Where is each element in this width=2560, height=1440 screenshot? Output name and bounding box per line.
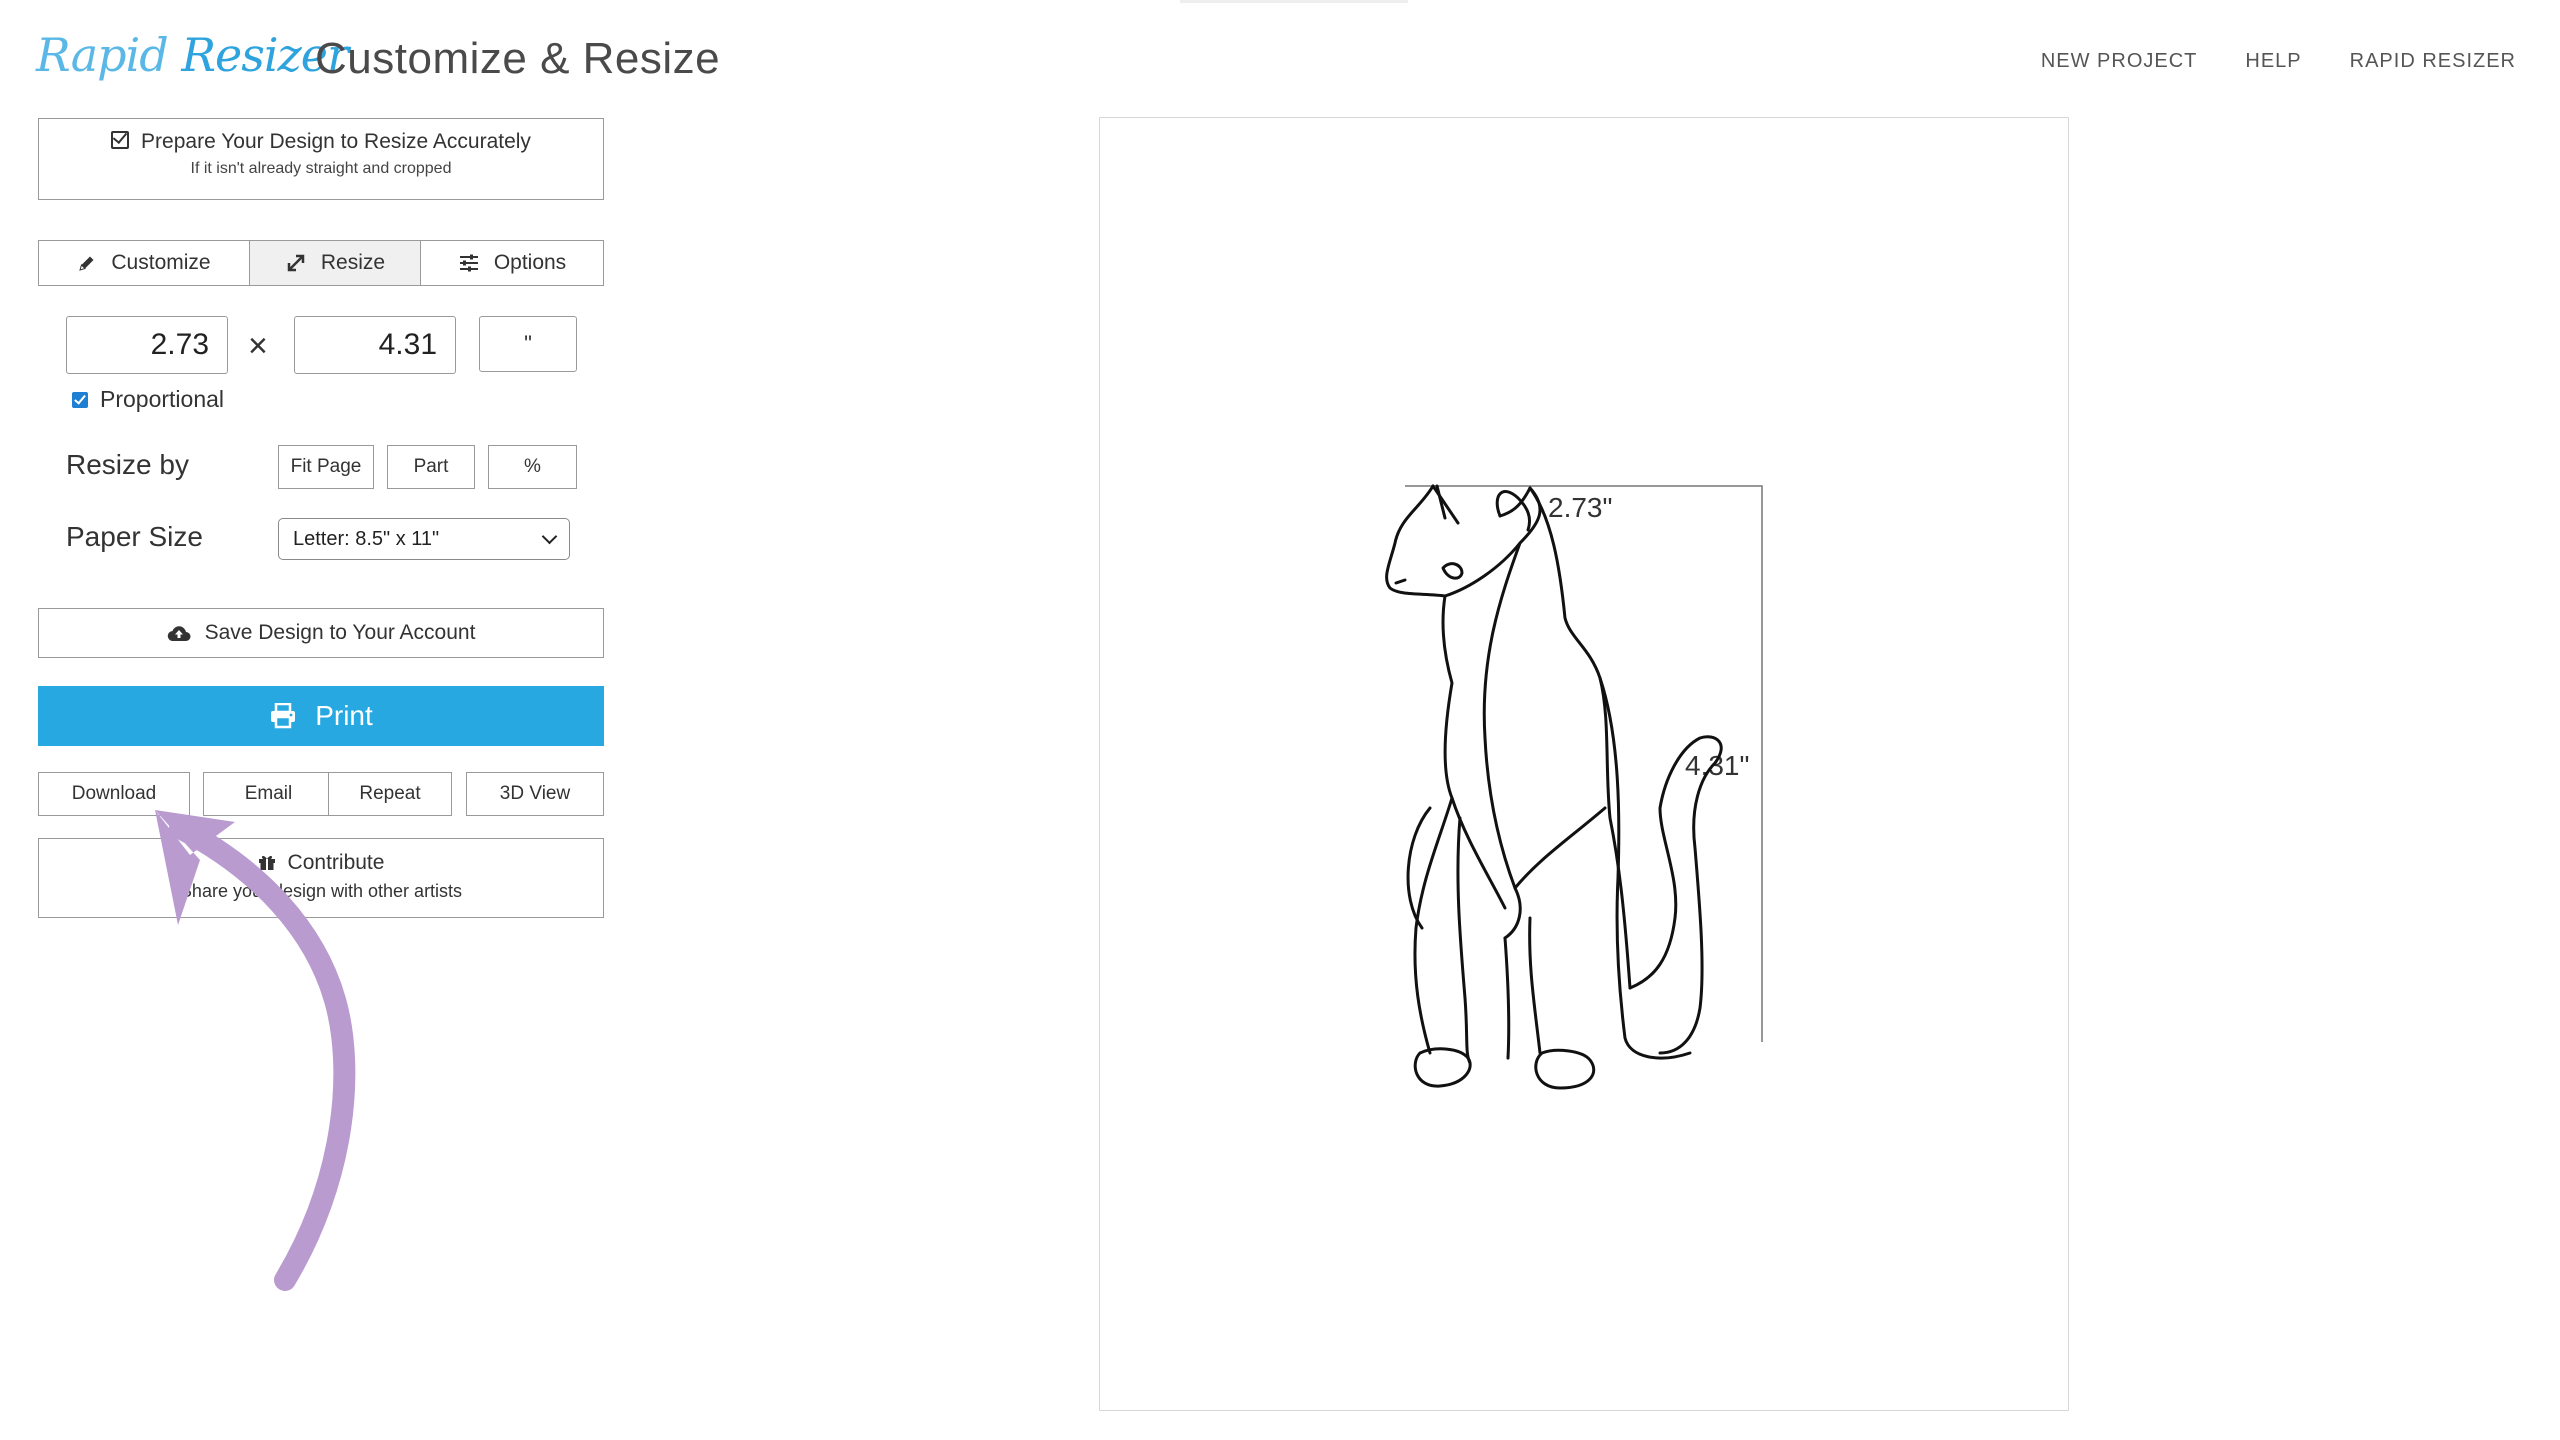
width-dimension-label: 2.73" — [1548, 492, 1612, 523]
percent-button[interactable]: % — [488, 445, 577, 489]
tab-resize-label: Resize — [320, 251, 386, 274]
height-dimension-label: 4.31" — [1685, 750, 1749, 781]
print-preview-page: 2.73" 4.31" — [1099, 117, 2069, 1411]
chevron-down-icon — [541, 528, 558, 544]
prepare-title: Prepare Your Design to Resize Accurately — [141, 130, 531, 153]
tab-resize[interactable]: Resize — [250, 240, 421, 286]
sliders-icon — [459, 254, 478, 272]
paper-size-value: Letter: 8.5" x 11" — [293, 527, 440, 550]
proportional-checkbox[interactable] — [72, 391, 88, 408]
paper-size-select[interactable]: Letter: 8.5" x 11" — [278, 518, 570, 560]
height-input[interactable] — [294, 316, 456, 374]
save-design-button[interactable]: Save Design to Your Account — [38, 608, 604, 658]
design-preview[interactable]: 2.73" 4.31" — [1100, 118, 2070, 1412]
tab-options[interactable]: Options — [421, 240, 604, 286]
annotation-arrow-icon — [155, 810, 356, 1291]
width-input[interactable] — [66, 316, 228, 374]
panel-tabs: Customize Resize Options — [38, 240, 604, 286]
tab-options-label: Options — [493, 251, 567, 274]
nav-help[interactable]: HELP — [2245, 50, 2301, 73]
top-navigation: NEW PROJECT HELP RAPID RESIZER — [2041, 50, 2516, 73]
resize-by-label: Resize by — [66, 449, 189, 480]
expand-arrows-icon — [287, 254, 305, 272]
tab-customize-label: Customize — [111, 251, 211, 274]
proportional-row: Proportional — [72, 386, 224, 413]
page-title: Customize & Resize — [315, 34, 721, 83]
fit-page-button[interactable]: Fit Page — [278, 445, 374, 489]
paper-size-label: Paper Size — [66, 521, 203, 552]
nav-rapid-resizer[interactable]: RAPID RESIZER — [2350, 50, 2516, 73]
proportional-label: Proportional — [100, 386, 225, 412]
save-design-label: Save Design to Your Account — [204, 621, 476, 644]
browser-tab-indicator — [1180, 0, 1408, 3]
print-label: Print — [315, 700, 373, 731]
cloud-upload-icon — [167, 626, 191, 642]
printer-icon — [271, 703, 296, 729]
rapid-resizer-logo[interactable]: Rapid Resizer — [36, 28, 349, 82]
tab-customize[interactable]: Customize — [38, 240, 250, 286]
print-button[interactable]: Print — [38, 686, 604, 746]
times-sign: × — [248, 327, 268, 365]
nav-new-project[interactable]: NEW PROJECT — [2041, 50, 2198, 73]
unit-button[interactable]: " — [479, 316, 577, 372]
check-square-icon — [111, 131, 130, 149]
cat-outline-drawing — [1385, 484, 1723, 1090]
prepare-title-row: Prepare Your Design to Resize Accurately — [39, 130, 603, 154]
logo-word-rapid: Rapid — [36, 28, 169, 82]
part-button[interactable]: Part — [387, 445, 475, 489]
pencil-icon — [79, 256, 94, 271]
prepare-design-button[interactable]: Prepare Your Design to Resize Accurately… — [38, 118, 604, 200]
prepare-subtitle: If it isn't already straight and cropped — [190, 160, 452, 177]
